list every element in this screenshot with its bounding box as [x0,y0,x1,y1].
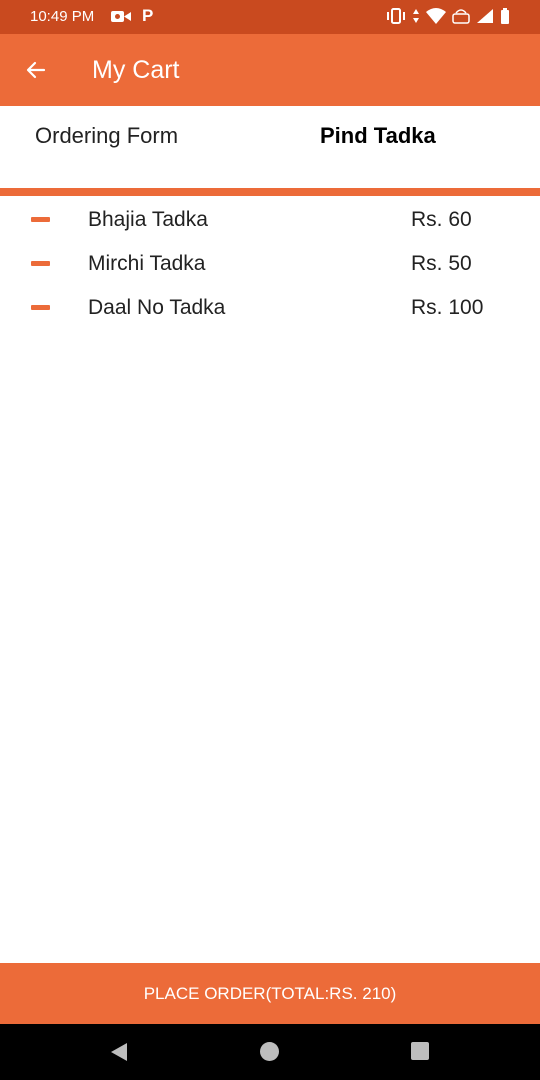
item-name: Mirchi Tadka [88,252,206,275]
item-price: Rs. 50 [411,252,472,275]
back-button[interactable] [18,52,54,88]
cart-list: Bhajia Tadka Rs. 60 Mirchi Tadka Rs. 50 … [0,198,540,330]
item-name: Daal No Tadka [88,296,226,319]
wifi-icon [426,8,446,29]
nav-back-button[interactable] [110,1042,128,1067]
order-header: Ordering Form Pind Tadka [0,106,540,188]
p-icon: P [142,6,154,25]
divider [0,188,540,196]
place-order-button[interactable]: PLACE ORDER(TOTAL:RS. 210) [0,963,540,1024]
battery-icon [500,8,510,29]
remove-item-button[interactable] [31,217,50,222]
status-icons [386,8,510,29]
video-call-icon [111,10,131,28]
signal-icon [476,8,494,29]
page-title: My Cart [92,56,180,84]
status-time: 10:49 PM [30,8,95,25]
remove-item-button[interactable] [31,261,50,266]
cart-item: Mirchi Tadka Rs. 50 [0,242,540,286]
ordering-form-label: Ordering Form [35,123,179,148]
item-price: Rs. 100 [411,296,484,319]
nav-recents-button[interactable] [411,1042,429,1060]
volte-icon [452,8,470,29]
arrow-left-icon [26,61,46,79]
data-arrows-icon [412,8,420,29]
cart-item: Bhajia Tadka Rs. 60 [0,198,540,242]
triangle-back-icon [111,1043,127,1061]
status-bar: 10:49 PM P [0,0,540,34]
nav-home-button[interactable] [260,1042,279,1061]
item-name: Bhajia Tadka [88,208,208,231]
navigation-bar [0,1024,540,1080]
remove-item-button[interactable] [31,305,50,310]
app-bar: My Cart [0,34,540,106]
cart-item: Daal No Tadka Rs. 100 [0,286,540,330]
item-price: Rs. 60 [411,208,472,231]
restaurant-name: Pind Tadka [320,123,436,148]
vibrate-icon [386,8,406,29]
